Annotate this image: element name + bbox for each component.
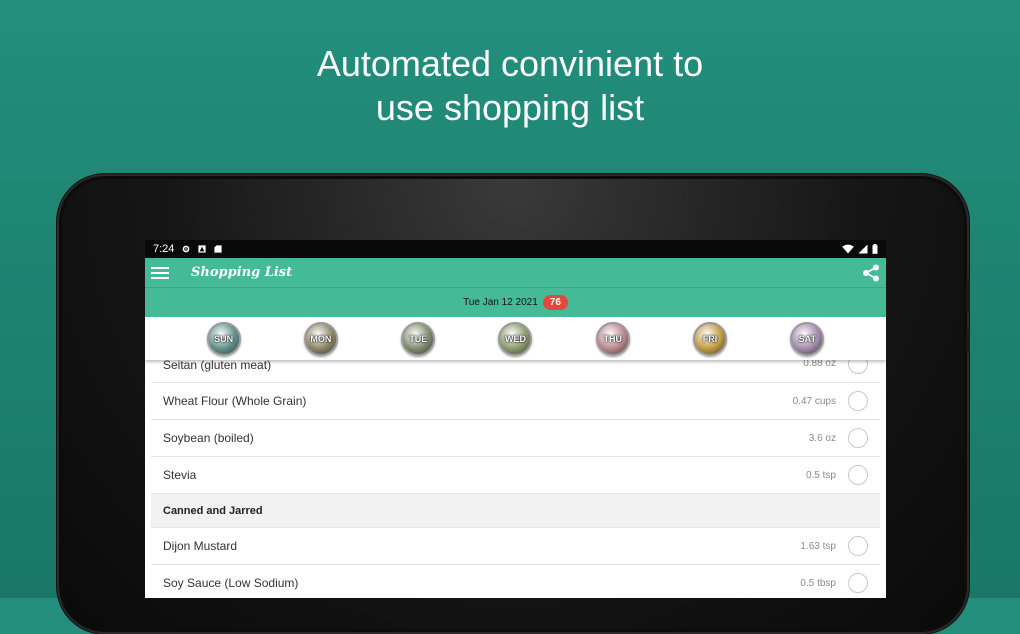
- list-item[interactable]: Soybean (boiled) 3.6 oz: [151, 420, 880, 457]
- day-label: MON: [310, 333, 332, 344]
- promo-headline: Automated convinient to use shopping lis…: [0, 42, 1020, 130]
- list-item[interactable]: Stevia 0.5 tsp: [151, 457, 880, 494]
- item-checkbox[interactable]: [848, 573, 868, 593]
- promo-line-2: use shopping list: [375, 87, 645, 128]
- item-name: Soy Sauce (Low Sodium): [163, 576, 299, 590]
- power-button: [966, 330, 970, 352]
- item-quantity: 0.5 tsp: [805, 469, 836, 481]
- day-label: WED: [504, 333, 526, 344]
- day-label: THU: [603, 333, 623, 344]
- list-item[interactable]: Wheat Flour (Whole Grain) 0.47 cups: [151, 383, 880, 420]
- item-checkbox[interactable]: [848, 465, 868, 485]
- day-button-tue[interactable]: TUE: [401, 321, 436, 356]
- shopping-list: Seitan (gluten meat) 0.88 oz Wheat Flour…: [151, 354, 880, 598]
- gear-icon: [183, 245, 190, 253]
- wifi-icon: [842, 244, 854, 254]
- app-screen: 7:24 Shopping List Tue Jan 12 2021 76 SU…: [145, 240, 886, 598]
- item-name: Soybean (boiled): [163, 431, 254, 445]
- status-bar: 7:24: [145, 240, 886, 258]
- promo-line-1: Automated convinient to: [316, 43, 704, 84]
- day-button-fri[interactable]: FRI: [693, 321, 728, 356]
- day-label: SAT: [798, 333, 816, 344]
- item-name: Stevia: [163, 468, 197, 482]
- list-item[interactable]: Seitan (gluten meat) 0.88 oz: [151, 354, 880, 383]
- current-date: Tue Jan 12 2021: [463, 297, 538, 308]
- item-checkbox[interactable]: [848, 428, 868, 448]
- day-button-wed[interactable]: WED: [498, 321, 533, 356]
- item-quantity: 3.6 oz: [808, 432, 836, 444]
- share-icon[interactable]: [862, 264, 880, 282]
- day-label: FRI: [702, 333, 718, 344]
- item-name: Dijon Mustard: [163, 539, 238, 553]
- date-bar: Tue Jan 12 2021 76: [145, 288, 886, 317]
- item-quantity: 1.63 tsp: [800, 540, 836, 552]
- menu-icon[interactable]: [151, 266, 169, 280]
- day-button-sat[interactable]: SAT: [790, 321, 825, 356]
- sd-card-icon: [214, 245, 223, 253]
- list-item[interactable]: Soy Sauce (Low Sodium) 0.5 tbsp: [151, 565, 880, 598]
- status-right-icons: [842, 244, 878, 254]
- battery-icon: [872, 244, 878, 254]
- app-toolbar: Shopping List: [145, 258, 886, 288]
- day-button-thu[interactable]: THU: [595, 321, 630, 356]
- day-label: TUE: [409, 333, 428, 344]
- item-quantity: 0.47 cups: [792, 395, 836, 407]
- item-quantity: 0.5 tbsp: [800, 577, 836, 589]
- signal-icon: [858, 244, 868, 254]
- item-checkbox[interactable]: [848, 536, 868, 556]
- day-selector: SUN MON TUE WED THU FRI SAT: [145, 317, 886, 360]
- item-checkbox[interactable]: [848, 391, 868, 411]
- list-item[interactable]: Dijon Mustard 1.63 tsp: [151, 528, 880, 565]
- item-name: Wheat Flour (Whole Grain): [163, 394, 307, 408]
- page-title: Shopping List: [191, 265, 293, 280]
- volume-button: [966, 278, 970, 312]
- item-count-badge: 76: [542, 295, 568, 310]
- day-button-sun[interactable]: SUN: [206, 321, 241, 356]
- status-time: 7:24: [153, 243, 175, 255]
- section-header: Canned and Jarred: [151, 494, 880, 528]
- item-name: Seitan (gluten meat): [163, 358, 272, 372]
- day-label: SUN: [214, 333, 234, 344]
- day-button-mon[interactable]: MON: [303, 321, 338, 356]
- notification-icon: [198, 245, 207, 253]
